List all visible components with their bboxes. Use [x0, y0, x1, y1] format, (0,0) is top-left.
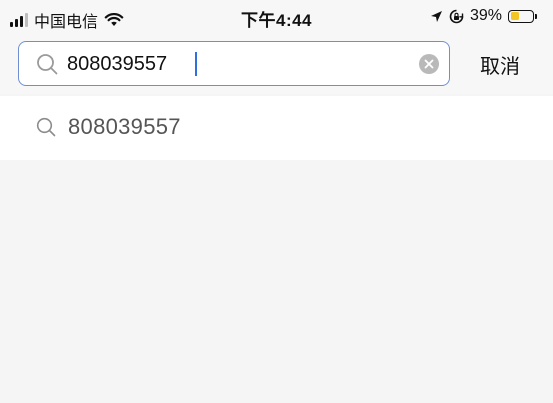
battery-icon [508, 9, 537, 23]
search-bar: 取消 [0, 36, 553, 94]
search-icon [36, 117, 56, 137]
suggestion-list: 808039557 [0, 96, 553, 160]
status-bar: 中国电信 下午4:44 39% [0, 0, 553, 36]
search-box[interactable] [18, 41, 450, 86]
suggestion-item[interactable]: 808039557 [0, 96, 553, 160]
search-icon [37, 54, 58, 75]
search-input[interactable] [67, 50, 407, 78]
location-icon [430, 10, 442, 22]
status-right: 39% [430, 7, 537, 25]
battery-percent: 39% [469, 7, 502, 24]
orientation-lock-icon [449, 9, 464, 23]
text-cursor [195, 52, 197, 76]
suggestion-text: 808039557 [68, 114, 181, 139]
cancel-button[interactable]: 取消 [480, 50, 520, 79]
clear-icon[interactable] [419, 54, 439, 74]
